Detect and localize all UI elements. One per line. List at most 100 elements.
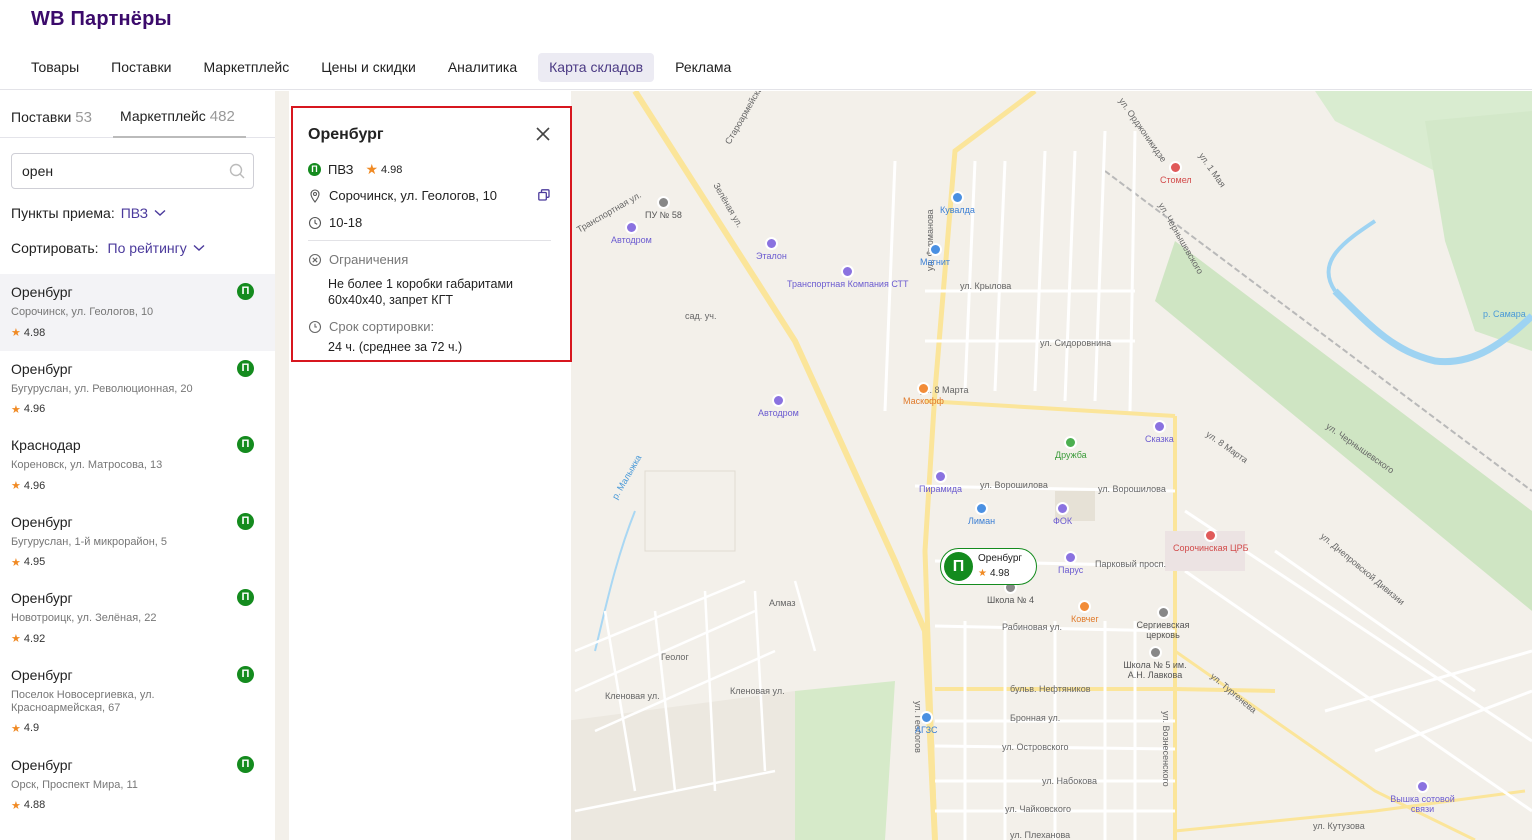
nav-item-analytics[interactable]: Аналитика [437,53,528,82]
app-logo[interactable]: WB Партнёры [31,8,172,31]
street-label: ул. Ворошилова [1098,484,1166,494]
list-item[interactable]: Краснодар Кореновск, ул. Матросова, 13 ★… [0,427,275,504]
nav-item-prices[interactable]: Цены и скидки [310,53,427,82]
card-restrictions-label: Ограничения [329,252,409,267]
nav-item-warehouse-map[interactable]: Карта складов [538,53,655,82]
poi-hospital[interactable]: Сорочинская ЦРБ [1173,529,1249,553]
nav-item-products[interactable]: Товары [20,53,90,82]
tab-marketplace[interactable]: Маркетплейс 482 [120,108,235,125]
shop-icon [1064,551,1078,564]
list-item[interactable]: Оренбург Орск, Проспект Мира, 11 ★ 4.88 П [0,747,275,824]
pvz-badge-icon: П [237,665,254,683]
nav-item-marketplace[interactable]: Маркетплейс [192,53,300,82]
poi-label: Кувалда [940,205,975,215]
search-input[interactable] [12,154,212,188]
poi-kovcheg[interactable]: Ковчег [1071,600,1099,624]
park-icon [1064,436,1078,449]
poi-autodrom-2[interactable]: Автодром [758,394,799,418]
item-rating-value: 4.9 [23,722,40,734]
street-label: бульв. Нефтяников [1010,684,1091,694]
poi-stomel[interactable]: Стомел [1160,161,1192,185]
poi-transport-company[interactable]: Транспортная Компания СТТ [787,265,909,289]
poi-label: Лиман [968,516,996,526]
shop-icon [950,191,964,204]
poi-liman[interactable]: Лиман [968,502,995,526]
nav-item-ads[interactable]: Реклама [664,53,742,82]
poi-school-5[interactable]: Школа № 5 им. А.Н. Лавкова [1115,646,1195,680]
street-label: ул. Набокова [1042,776,1097,786]
sort-value[interactable]: По рейтингу [108,240,187,256]
filter-pickup-label: Пункты приема: [11,205,115,221]
poi-label: ПУ № 58 [645,210,682,220]
poi-kuvalda[interactable]: Кувалда [940,191,975,215]
list-item[interactable]: Оренбург Поселок Новосергиевка, ул. Крас… [0,657,275,747]
item-address: Бугуруслан, ул. Революционная, 20 [11,382,193,395]
close-icon[interactable] [535,126,551,142]
filter-sort[interactable]: Сортировать: По рейтингу [11,240,205,256]
list-item[interactable]: Оренбург Сорочинск, ул. Геологов, 10 ★ 4.… [0,274,275,351]
poi-magnit[interactable]: Магнит [920,243,950,267]
poi-agzs[interactable]: АГЗС [915,711,938,735]
card-title: Оренбург [308,126,384,143]
star-icon: ★ [11,403,21,416]
pvz-badge-icon: П [237,755,254,773]
street-label: Кленовая ул. [605,691,660,701]
clock-icon [308,216,322,229]
tab-marketplace-count: 482 [209,108,235,125]
location-pin-icon [310,188,320,203]
marker-rating: ★ 4.98 [978,568,1009,579]
poi-etalon[interactable]: Эталон [756,237,787,261]
poi-label: Магнит [920,257,951,267]
item-address: Сорочинск, ул. Геологов, 10 [11,306,154,318]
filter-pickup-value[interactable]: ПВЗ [121,205,148,221]
poi-church[interactable]: Сергиевская церковь [1133,606,1193,640]
nav-item-supplies[interactable]: Поставки [100,53,182,82]
item-rating: ★ 4.96 [11,479,45,493]
poi-skazka[interactable]: Сказка [1145,420,1174,444]
car-icon [771,394,785,407]
search-box [11,153,254,189]
river-label: р. Самара [1483,309,1526,319]
list-item[interactable]: Оренбург Бугуруслан, 1-й микрорайон, 5 ★… [0,504,275,581]
poi-label: Эталон [756,251,787,261]
tab-supplies[interactable]: Поставки 53 [11,109,92,126]
filter-pickup-points[interactable]: Пункты приема: ПВЗ [11,205,166,221]
poi-label: Школа № 4 [987,595,1035,605]
card-hours-row: 10-18 [308,215,362,230]
chevron-down-icon[interactable] [154,209,166,217]
pvz-badge-icon: П [237,436,254,453]
marker-rating-value: 4.98 [989,568,1010,579]
church-icon [1156,606,1170,619]
tower-icon [1416,780,1429,793]
copy-icon[interactable] [538,189,550,201]
pvz-badge-icon: П [237,512,254,530]
card-type: ПВЗ [328,162,354,177]
list-item[interactable]: Оренбург Новотроицк, ул. Зелёная, 22 ★ 4.… [0,580,275,657]
poi-label: Школа № 5 им. А.Н. Лавкова [1123,660,1187,680]
item-rating-value: 4.88 [23,799,46,811]
item-address: Кореновск, ул. Матросова, 13 [11,459,163,471]
area-label: Алмаз [769,598,796,608]
poi-druzhba[interactable]: Дружба [1055,436,1087,460]
item-rating-value: 4.95 [23,556,46,568]
poi-tower[interactable]: Вышка сотовой связи [1385,780,1460,814]
street-label: ул. Крылова [960,281,1012,291]
poi-maskoff[interactable]: Маскофф [903,382,944,406]
poi-parus[interactable]: Парус [1058,551,1083,575]
poi-fok[interactable]: ФОК [1053,502,1072,526]
star-icon: ★ [11,722,21,735]
chevron-down-icon[interactable] [193,244,205,252]
list-item[interactable]: Оренбург Бугуруслан, ул. Революционная, … [0,351,275,428]
fuel-icon [919,711,933,724]
item-rating-value: 4.98 [23,326,46,339]
map-marker-selected[interactable]: П Оренбург ★ 4.98 [940,548,1037,585]
cafe-icon [1152,420,1166,433]
poi-school[interactable]: ПУ № 58 [645,196,682,220]
cart-icon [928,243,942,256]
poi-piramida[interactable]: Пирамида [919,470,962,494]
street-label: Рабиновая ул. [1002,622,1062,632]
poi-autodrom[interactable]: Автодром [611,221,652,245]
hospital-icon [1204,529,1218,542]
search-icon[interactable] [229,163,245,179]
warehouse-list: Оренбург Сорочинск, ул. Геологов, 10 ★ 4.… [0,274,275,823]
